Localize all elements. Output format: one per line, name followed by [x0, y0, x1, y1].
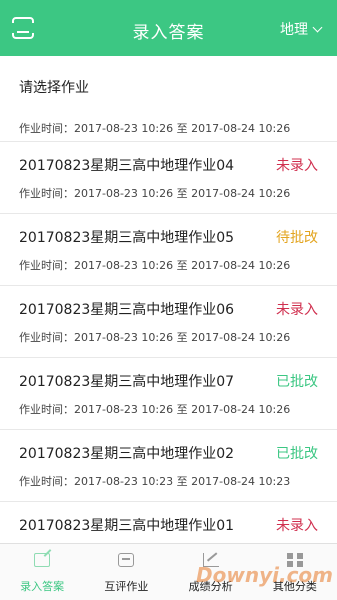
prompt-time: 作业时间：2017-08-23 10:26 至 2017-08-24 10:26: [19, 122, 291, 135]
select-homework-prompt: 请选择作业 作业时间：2017-08-23 10:26 至 2017-08-24…: [0, 56, 337, 142]
tab-peer-review[interactable]: 互评作业: [84, 544, 168, 600]
homework-item[interactable]: 20170823星期三高中地理作业07 已批改 作业时间：2017-08-23 …: [0, 358, 337, 430]
homework-status: 已批改: [276, 374, 318, 390]
edit-icon: [34, 553, 51, 567]
homework-title: 20170823星期三高中地理作业04: [19, 158, 235, 174]
homework-status: 未录入: [276, 158, 318, 174]
homework-title: 20170823星期三高中地理作业02: [19, 446, 235, 462]
prompt-label: 请选择作业: [19, 80, 89, 96]
homework-title: 20170823星期三高中地理作业05: [19, 230, 235, 246]
homework-time: 作业时间：2017-08-23 10:23 至 2017-08-24 10:23: [19, 475, 291, 488]
chevron-down-icon: [312, 22, 323, 32]
homework-time: 作业时间：2017-08-23 10:26 至 2017-08-24 10:26: [19, 403, 291, 416]
app-header: 录入答案 地理: [0, 0, 337, 56]
homework-item[interactable]: 20170823星期三高中地理作业02 已批改 作业时间：2017-08-23 …: [0, 430, 337, 502]
homework-status: 已批改: [276, 446, 318, 462]
homework-status: 未录入: [276, 302, 318, 318]
homework-status: 待批改: [276, 230, 318, 246]
homework-time: 作业时间：2017-08-23 10:26 至 2017-08-24 10:26: [19, 187, 291, 200]
tab-label: 录入答案: [20, 580, 65, 593]
homework-item[interactable]: 20170823星期三高中地理作业06 未录入 作业时间：2017-08-23 …: [0, 286, 337, 358]
homework-title: 20170823星期三高中地理作业06: [19, 302, 235, 318]
homework-title: 20170823星期三高中地理作业07: [19, 374, 235, 390]
chat-icon: [118, 553, 135, 567]
subject-selector[interactable]: 地理: [280, 19, 323, 39]
homework-time: 作业时间：2017-08-23 10:26 至 2017-08-24 10:26: [19, 331, 291, 344]
homework-item[interactable]: 20170823星期三高中地理作业01 未录入: [0, 502, 337, 543]
homework-item[interactable]: 20170823星期三高中地理作业05 待批改 作业时间：2017-08-23 …: [0, 214, 337, 286]
homework-list: 请选择作业 作业时间：2017-08-23 10:26 至 2017-08-24…: [0, 56, 337, 543]
homework-status: 未录入: [276, 518, 318, 534]
tab-enter-answers[interactable]: 录入答案: [0, 544, 84, 600]
homework-item[interactable]: 20170823星期三高中地理作业04 未录入 作业时间：2017-08-23 …: [0, 142, 337, 214]
tab-label: 互评作业: [104, 580, 149, 593]
homework-time: 作业时间：2017-08-23 10:26 至 2017-08-24 10:26: [19, 259, 291, 272]
subject-label: 地理: [280, 22, 308, 38]
homework-title: 20170823星期三高中地理作业01: [19, 518, 235, 534]
watermark-logo: Downyi.com: [196, 563, 333, 587]
